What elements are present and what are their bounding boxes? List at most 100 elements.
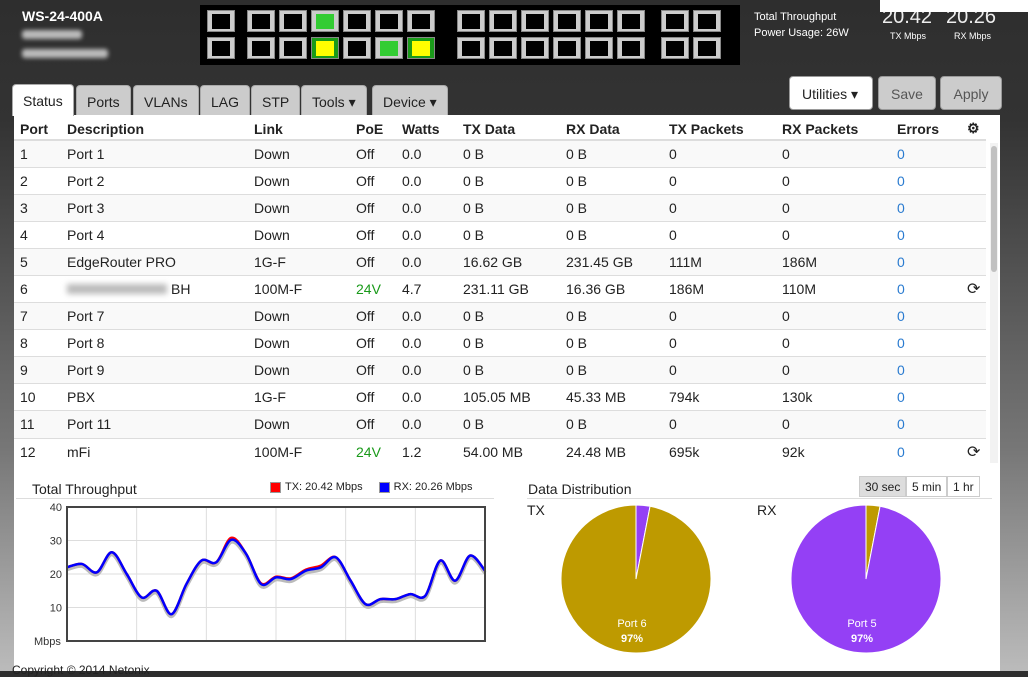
cell-errors[interactable]: 0	[891, 437, 961, 466]
column-header[interactable]: Link	[248, 118, 350, 141]
column-header[interactable]: Watts	[396, 118, 457, 141]
port-led[interactable]	[585, 10, 613, 32]
cell-rx-packets: 0	[776, 220, 891, 249]
port-led[interactable]	[247, 37, 275, 59]
cell-poe: Off	[350, 383, 396, 411]
port-led[interactable]	[661, 10, 689, 32]
cell-errors[interactable]: 0	[891, 329, 961, 357]
description-text: BH	[171, 281, 191, 298]
table-row[interactable]: 4 Port 4 Down Off 0.0 0 B0 B000	[14, 220, 986, 249]
cell-errors[interactable]: 0	[891, 220, 961, 249]
table-row[interactable]: 8 Port 8 Down Off 0.0 0 B0 B000	[14, 329, 986, 357]
table-row[interactable]: 5 EdgeRouter PRO 1G-F Off 0.0 16.62 GB 231.45 …	[14, 247, 986, 276]
cell-errors[interactable]: 0	[891, 274, 961, 303]
port-led[interactable]	[521, 10, 549, 32]
port-led[interactable]	[585, 37, 613, 59]
y-tick-label: 10	[50, 603, 62, 615]
tab-lag[interactable]: LAG	[200, 85, 251, 115]
cell-rx-data: 0 B	[560, 139, 663, 168]
port-led[interactable]	[489, 10, 517, 32]
table-row[interactable]: 11 Port 11 Down Off 0.0 0 B0 B000	[14, 410, 986, 439]
port-led[interactable]	[311, 37, 339, 59]
cell-poe: 24V	[350, 274, 396, 303]
table-row[interactable]: 9 Port 9 Down Off 0.0 0 B0 B000	[14, 356, 986, 384]
tab-ports[interactable]: Ports	[76, 85, 131, 115]
cell-errors[interactable]: 0	[891, 247, 961, 276]
table-row[interactable]: 12 mFi 100M-F 24V 1.2 54.00 MB 24.48 MB 695k 92k…	[14, 437, 986, 466]
port-led[interactable]	[553, 10, 581, 32]
table-row[interactable]: 7 Port 7 Down Off 0.0 0 B0 B000	[14, 302, 986, 330]
cell-errors[interactable]: 0	[891, 302, 961, 330]
port-led[interactable]	[311, 10, 339, 32]
cell-errors[interactable]: 0	[891, 193, 961, 222]
cell-description: Port 1	[61, 139, 248, 168]
scrollbar-thumb[interactable]	[991, 146, 997, 272]
save-button[interactable]: Save	[878, 76, 936, 110]
ethernet-port-icon	[252, 41, 270, 56]
range-5min-button[interactable]: 5 min	[906, 476, 948, 497]
cell-description: Port 8	[61, 329, 248, 357]
port-led[interactable]	[457, 37, 485, 59]
ethernet-port-icon	[212, 41, 230, 56]
port-led[interactable]	[617, 10, 645, 32]
port-led[interactable]	[617, 37, 645, 59]
port-led[interactable]	[247, 10, 275, 32]
range-1hr-button[interactable]: 1 hr	[947, 476, 980, 497]
tx-pie-slice-port-6[interactable]	[560, 504, 712, 654]
cell-errors[interactable]: 0	[891, 166, 961, 195]
column-header[interactable]: TX Data	[457, 118, 560, 141]
port-led[interactable]	[279, 10, 307, 32]
rx-pie-slice-port-5[interactable]	[790, 504, 942, 654]
column-header[interactable]: RX Data	[560, 118, 663, 141]
port-led[interactable]	[207, 10, 235, 32]
column-header[interactable]: RX Packets	[776, 118, 891, 141]
refresh-poe-icon[interactable]: ⟳	[967, 444, 980, 461]
column-header[interactable]: Port	[14, 118, 61, 141]
cell-tx-packets: 0	[663, 329, 776, 357]
column-header[interactable]: TX Packets	[663, 118, 776, 141]
cell-errors[interactable]: 0	[891, 383, 961, 411]
port-led[interactable]	[693, 10, 721, 32]
tab-stp[interactable]: STP	[251, 85, 301, 115]
table-row[interactable]: 10 PBX 1G-F Off 0.0 105.05 MB 45.33 MB 794k 130k…	[14, 383, 986, 411]
tab-device[interactable]: Device ▾	[372, 85, 448, 115]
table-row[interactable]: 3 Port 3 Down Off 0.0 0 B0 B000	[14, 193, 986, 222]
port-led[interactable]	[343, 10, 371, 32]
port-led[interactable]	[693, 37, 721, 59]
tab-vlans[interactable]: VLANs	[133, 85, 199, 115]
tab-tools[interactable]: Tools ▾	[301, 85, 367, 115]
port-led[interactable]	[279, 37, 307, 59]
column-header[interactable]: Errors	[891, 118, 961, 141]
cell-errors[interactable]: 0	[891, 410, 961, 439]
port-led[interactable]	[457, 10, 485, 32]
device-name-blurred	[22, 30, 82, 39]
utilities-button[interactable]: Utilities ▾	[789, 76, 873, 110]
port-led[interactable]	[661, 37, 689, 59]
column-header[interactable]: Description	[61, 118, 248, 141]
cell-errors[interactable]: 0	[891, 139, 961, 168]
ethernet-port-icon	[316, 41, 334, 56]
port-led[interactable]	[207, 37, 235, 59]
refresh-poe-icon[interactable]: ⟳	[967, 281, 980, 298]
gear-icon[interactable]: ⚙	[967, 120, 980, 136]
table-row[interactable]: 6 BH 100M-F 24V 4.7 231.11 GB 16.36 GB 186M 110M…	[14, 274, 986, 303]
column-header[interactable]: PoE	[350, 118, 396, 141]
port-led[interactable]	[407, 37, 435, 59]
port-led[interactable]	[489, 37, 517, 59]
port-led[interactable]	[407, 10, 435, 32]
device-model: WS-24-400A	[22, 8, 103, 24]
port-led[interactable]	[343, 37, 371, 59]
cell-watts: 0.0	[396, 383, 457, 411]
tab-status[interactable]: Status	[12, 84, 74, 116]
apply-button[interactable]: Apply	[940, 76, 1002, 110]
port-led[interactable]	[375, 37, 403, 59]
table-row[interactable]: 1 Port 1 Down Off 0.0 0 B0 B000	[14, 139, 986, 168]
port-led[interactable]	[553, 37, 581, 59]
action-cell	[961, 329, 986, 357]
cell-rx-packets: 130k	[776, 383, 891, 411]
range-30sec-button[interactable]: 30 sec	[859, 476, 907, 497]
cell-errors[interactable]: 0	[891, 356, 961, 384]
port-led[interactable]	[521, 37, 549, 59]
table-row[interactable]: 2 Port 2 Down Off 0.0 0 B0 B000	[14, 166, 986, 195]
port-led[interactable]	[375, 10, 403, 32]
